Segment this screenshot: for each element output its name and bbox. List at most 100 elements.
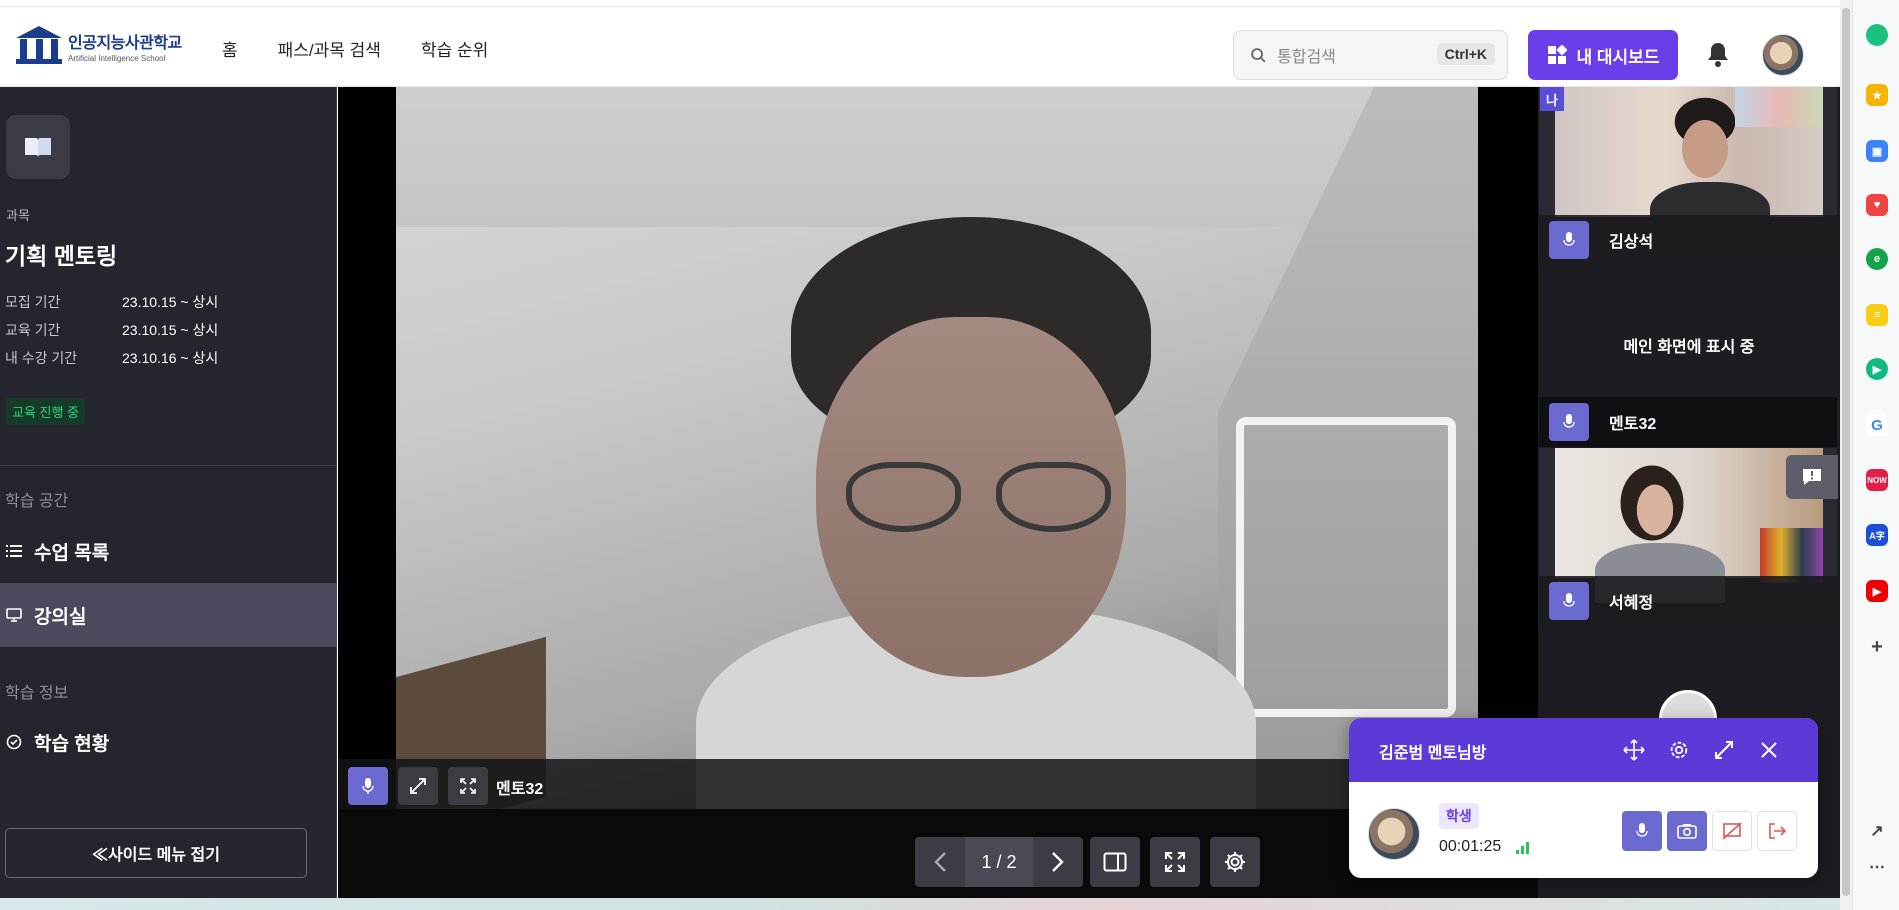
sidebar-item-progress[interactable]: 학습 현황: [0, 710, 337, 774]
logo-mark: [14, 26, 64, 66]
star-icon[interactable]: ★: [1866, 84, 1888, 106]
sidebar-item-label: 강의실: [34, 606, 87, 628]
session-timer: 00:01:25: [1439, 838, 1502, 855]
sidebar-divider: [0, 465, 337, 466]
search-placeholder: 통합검색: [1277, 49, 1336, 66]
logo-subtitle: Artificial Intelligence School: [68, 54, 166, 63]
search-icon: [1251, 47, 1266, 63]
gear-icon[interactable]: [1210, 837, 1260, 887]
edge-icon[interactable]: e: [1866, 248, 1888, 270]
me-badge: 나: [1540, 87, 1564, 111]
period-label: 모집 기간: [5, 294, 61, 310]
period-label: 교육 기간: [5, 322, 61, 338]
bell-icon[interactable]: [1706, 41, 1730, 71]
youtube-icon[interactable]: ▶: [1866, 580, 1888, 602]
chat-icon[interactable]: [1786, 455, 1838, 499]
logo-name: 인공지능사관학교: [68, 35, 182, 52]
chevron-right-icon[interactable]: [1033, 837, 1083, 887]
taskbar-strip: [0, 898, 1840, 910]
chevron-left-icon[interactable]: [915, 837, 965, 887]
book-icon: [6, 115, 70, 179]
search-input[interactable]: 통합검색 Ctrl+K: [1233, 30, 1508, 80]
now-icon[interactable]: NOW: [1866, 469, 1888, 491]
split-view-icon[interactable]: [1090, 837, 1140, 887]
nav-course-search[interactable]: 패스/과목 검색: [278, 36, 381, 61]
period-my-enrollment: 내 수강 기간 23.10.16 ~ 상시: [5, 348, 218, 368]
play-icon[interactable]: ▶: [1866, 358, 1888, 380]
sidebar-item-classroom[interactable]: 강의실: [0, 583, 337, 647]
my-dashboard-button[interactable]: 내 대시보드: [1528, 30, 1678, 80]
expand-icon[interactable]: [398, 767, 438, 805]
more-icon[interactable]: ⋯: [1866, 856, 1888, 878]
mic-icon[interactable]: [348, 767, 388, 805]
learning-space-label: 학습 공간: [5, 493, 69, 510]
exit-icon[interactable]: [1757, 811, 1797, 851]
user-avatar[interactable]: [1762, 34, 1804, 76]
speaker-name: 멘토32: [496, 781, 544, 798]
course-title: 기획 멘토링: [5, 243, 118, 269]
notes-icon[interactable]: ≡: [1866, 304, 1888, 326]
top-header: 인공지능사관학교 Artificial Intelligence School …: [0, 8, 1840, 87]
nav-home[interactable]: 홈: [222, 36, 238, 61]
participant-name-bar: 김상석: [1539, 215, 1837, 265]
gear-icon[interactable]: [1667, 738, 1691, 762]
room-header[interactable]: 김준범 멘토님방: [1349, 718, 1818, 782]
mic-icon[interactable]: [1549, 221, 1589, 259]
google-icon[interactable]: G: [1866, 414, 1888, 436]
open-external-icon[interactable]: ↗: [1866, 820, 1888, 842]
fullscreen-icon[interactable]: [448, 767, 488, 805]
mic-icon[interactable]: [1549, 403, 1589, 441]
school-logo[interactable]: 인공지능사관학교 Artificial Intelligence School: [14, 26, 182, 66]
move-icon[interactable]: [1622, 738, 1646, 762]
learning-info-label: 학습 정보: [5, 685, 69, 702]
pocket-icon[interactable]: ♥: [1866, 194, 1888, 216]
participant-name: 멘토32: [1609, 416, 1657, 433]
page-scrollbar[interactable]: [1840, 0, 1852, 910]
participant-name: 김상석: [1609, 234, 1654, 251]
period-label: 내 수강 기간: [5, 350, 78, 366]
browser-extension-bar: ★ ▣ ♥ e ≡ ▶ G NOW A字 ▶ + ↗ ⋯: [1852, 0, 1899, 910]
left-sidebar: 과목 기획 멘토링 모집 기간 23.10.15 ~ 상시 교육 기간 23.1…: [0, 87, 337, 898]
add-icon[interactable]: +: [1866, 636, 1888, 658]
my-dashboard-label: 내 대시보드: [1576, 47, 1660, 67]
participant-tile[interactable]: 메인 화면에 표시 중 멘토32: [1539, 269, 1837, 447]
participant-video: [1555, 448, 1823, 603]
participant-tile[interactable]: 나 김상석: [1539, 87, 1837, 265]
expand-icon[interactable]: [1712, 738, 1736, 762]
room-title: 김준범 멘토님방: [1379, 745, 1487, 762]
app-root: 인공지능사관학교 Artificial Intelligence School …: [0, 0, 1899, 910]
period-education: 교육 기간 23.10.15 ~ 상시: [5, 320, 218, 340]
briefcase-icon[interactable]: ▣: [1866, 140, 1888, 162]
main-video[interactable]: [396, 87, 1478, 809]
check-circle-icon: [6, 734, 22, 750]
copilot-icon[interactable]: [1866, 24, 1888, 46]
search-shortcut: Ctrl+K: [1436, 43, 1495, 65]
mic-icon[interactable]: [1549, 582, 1589, 620]
period-value: 23.10.15 ~ 상시: [122, 294, 219, 310]
page-indicator: 1 / 2: [965, 837, 1033, 887]
share-off-icon[interactable]: [1712, 811, 1752, 851]
period-recruit: 모집 기간 23.10.15 ~ 상시: [5, 292, 218, 312]
avatar: [1368, 808, 1420, 860]
nav-ranking[interactable]: 학습 순위: [421, 36, 488, 61]
mic-icon[interactable]: [1622, 811, 1662, 851]
signal-icon: [1516, 842, 1529, 854]
room-panel: 김준범 멘토님방 학생 00:01:25: [1349, 718, 1818, 878]
participant-name-bar: 멘토32: [1539, 397, 1837, 447]
translate-icon[interactable]: A字: [1866, 524, 1888, 546]
participant-name: 서혜정: [1609, 595, 1654, 612]
sidebar-item-class-list[interactable]: 수업 목록: [0, 519, 337, 583]
logo-text: 인공지능사관학교 Artificial Intelligence School: [68, 29, 182, 63]
participant-name-bar: 서혜정: [1539, 576, 1837, 626]
fullscreen-icon[interactable]: [1150, 837, 1200, 887]
period-value: 23.10.16 ~ 상시: [122, 350, 219, 366]
status-badge: 교육 진행 중: [6, 398, 86, 425]
close-icon[interactable]: [1757, 738, 1781, 762]
course-category-label: 과목: [6, 208, 30, 223]
collapse-sidebar-button[interactable]: ≪사이드 메뉴 접기: [5, 828, 307, 878]
camera-icon[interactable]: [1667, 811, 1707, 851]
sidebar-item-label: 수업 목록: [34, 542, 110, 564]
list-icon: [6, 545, 22, 557]
main-screen-note: 메인 화면에 표시 중: [1623, 339, 1755, 356]
role-badge: 학생: [1439, 803, 1479, 829]
